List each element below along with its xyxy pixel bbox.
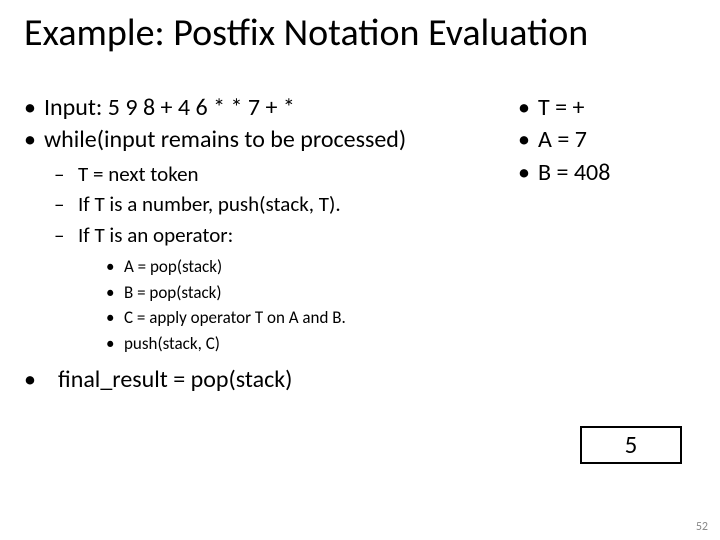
final-result: final_result = pop(stack) [24,364,494,396]
state-list: T = + A = 7 B = 408 [518,92,698,189]
while-text: while(input remains to be processed) [44,125,406,154]
slide: Example: Postfix Notation Evaluation Inp… [0,0,720,540]
op-b: B = pop(stack) [106,280,494,306]
while-sublist: T = next token If T is a number, push(st… [44,159,494,356]
t-next-token: T = next token [54,159,494,189]
if-number: If T is a number, push(stack, T). [54,189,494,219]
op-c: C = apply operator T on A and B. [106,305,494,331]
main-list: Input: 5 9 8 + 4 6 * * 7 + * while(input… [24,92,494,356]
if-operator-text: If T is an operator: [78,222,233,248]
stack-cell: 5 [580,426,682,464]
left-column: Input: 5 9 8 + 4 6 * * 7 + * while(input… [24,92,494,396]
right-column: T = + A = 7 B = 408 [518,92,698,189]
state-b: B = 408 [518,157,698,189]
page-number: 52 [696,520,708,534]
final-list: final_result = pop(stack) [24,364,494,396]
state-t: T = + [518,92,698,124]
while-line: while(input remains to be processed) T =… [24,124,494,356]
slide-title: Example: Postfix Notation Evaluation [24,10,588,56]
if-operator: If T is an operator: A = pop(stack) B = … [54,220,494,356]
input-line: Input: 5 9 8 + 4 6 * * 7 + * [24,92,494,124]
op-a: A = pop(stack) [106,254,494,280]
operator-steps: A = pop(stack) B = pop(stack) C = apply … [78,254,494,356]
op-d: push(stack, C) [106,331,494,357]
state-a: A = 7 [518,124,698,156]
